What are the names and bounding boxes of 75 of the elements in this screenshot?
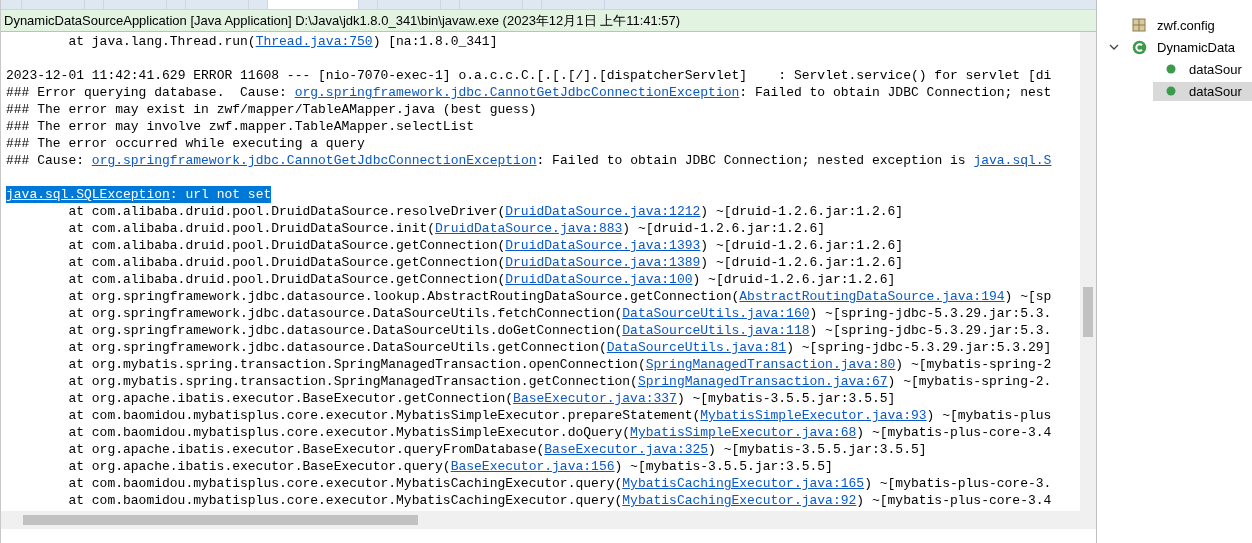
log-text: : url not set xyxy=(169,186,272,203)
log-text: at com.alibaba.druid.pool.DruidDataSource.getConnection( xyxy=(68,271,506,288)
log-text: : Failed to obtain JDBC Connection; nested exception is xyxy=(536,152,967,169)
log-text: at com.alibaba.druid.pool.DruidDataSource.init( xyxy=(68,220,436,237)
log-text: at com.baomidou.mybatisplus.core.executor.MybatisCachingExecutor.query( xyxy=(68,492,623,509)
source-link[interactable]: java.sql.SQLException xyxy=(6,186,170,203)
log-text: ) ~[mybatis-3.5.5.jar:3.5.5] xyxy=(676,390,896,407)
log-text: at com.baomidou.mybatisplus.core.executor.MybatisCachingExecutor.query( xyxy=(68,475,623,492)
tree-item[interactable]: dataSour xyxy=(1189,59,1242,79)
log-text: ### The error may involve zwf.mapper.TableAMapper.selectList xyxy=(6,118,475,135)
log-text: at com.baomidou.mybatisplus.core.executor.MybatisSimpleExecutor.prepareStatement( xyxy=(68,407,701,424)
source-link[interactable]: DruidDataSource.java:883 xyxy=(435,220,623,237)
log-text: ) ~[druid-1.2.6.jar:1.2.6] xyxy=(700,254,904,271)
log-text: ) ~[spring-jdbc-5.3.29.jar:5.3. xyxy=(809,305,1052,322)
log-text: at org.springframework.jdbc.datasource.lookup.AbstractRoutingDataSource.getConnection( xyxy=(68,288,740,305)
log-text: at org.mybatis.spring.transaction.SpringManagedTransaction.openConnection( xyxy=(68,356,646,373)
source-link[interactable]: MybatisCachingExecutor.java:165 xyxy=(622,475,865,492)
source-link[interactable]: DruidDataSource.java:1393 xyxy=(505,237,701,254)
log-text: : Failed to obtain JDBC Connection; nest xyxy=(739,84,1052,101)
tree-item[interactable]: DynamicData xyxy=(1157,37,1236,57)
log-text: at org.springframework.jdbc.datasource.DataSourceUtils.fetchConnection( xyxy=(68,305,623,322)
log-text: at com.baomidou.mybatisplus.core.executor.MybatisSimpleExecutor.doQuery( xyxy=(68,424,631,441)
source-link[interactable]: BaseExecutor.java:337 xyxy=(513,390,677,407)
source-link[interactable]: DruidDataSource.java:1212 xyxy=(505,203,701,220)
source-link[interactable]: BaseExecutor.java:156 xyxy=(450,458,615,475)
log-text: ### Error querying database. Cause: xyxy=(6,84,288,101)
log-text: ### The error may exist in zwf/mapper/TableAMapper.java (best guess) xyxy=(6,101,537,118)
log-text: ) ~[mybatis-3.5.5.jar:3.5.5] xyxy=(614,458,833,475)
log-text: ) ~[spring-jdbc-5.3.29.jar:5.3. xyxy=(809,322,1052,339)
log-text: ) ~[spring-jdbc-5.3.29.jar:5.3.29] xyxy=(786,339,1052,356)
log-text: at org.springframework.jdbc.datasource.DataSourceUtils.getConnection( xyxy=(68,339,607,356)
log-text: ) ~[mybatis-plus-core-3. xyxy=(864,475,1052,492)
log-text: ) ~[druid-1.2.6.jar:1.2.6] xyxy=(700,203,904,220)
source-link[interactable]: SpringManagedTransaction.java:80 xyxy=(645,356,896,373)
source-link[interactable]: SpringManagedTransaction.java:67 xyxy=(637,373,888,390)
log-text: at com.alibaba.druid.pool.DruidDataSource.getConnection( xyxy=(68,237,506,254)
source-link[interactable]: MybatisSimpleExecutor.java:68 xyxy=(630,424,857,441)
tree-item[interactable]: zwf.config xyxy=(1157,15,1215,35)
log-text: ) ~[mybatis-3.5.5.jar:3.5.5] xyxy=(708,441,927,458)
source-link[interactable]: DataSourceUtils.java:160 xyxy=(622,305,810,322)
log-text: ### Cause: xyxy=(6,152,85,169)
log-text: at org.apache.ibatis.executor.BaseExecutor.queryFromDatabase( xyxy=(68,441,545,458)
tree-item[interactable]: dataSour xyxy=(1153,81,1252,101)
log-text: ) ~[mybatis-plus-core-3.4 xyxy=(856,424,1052,441)
log-text: at org.apache.ibatis.executor.BaseExecutor.getConnection( xyxy=(68,390,514,407)
source-link[interactable]: Thread.java:750 xyxy=(255,33,373,50)
source-link[interactable]: DataSourceUtils.java:118 xyxy=(622,322,810,339)
source-link[interactable]: DruidDataSource.java:1389 xyxy=(505,254,701,271)
log-text: ) ~[mybatis-plus xyxy=(926,407,1052,424)
source-link[interactable]: AbstractRoutingDataSource.java:194 xyxy=(739,288,1005,305)
console-title: DynamicDataSourceApplication [Java Application] D:\Java\jdk1.8.0_341\bin\javaw.exe (2023年12月1日 上午11:41:57) xyxy=(1,9,1096,32)
log-text: 2023-12-01 11:42:41.629 ERROR 11608 --- [nio-7070-exec-1] o.a.c.c.C.[.[.[/].[dispatcherServlet] : Servlet.service() for servlet [di xyxy=(6,67,1052,84)
log-text: ) ~[druid-1.2.6.jar:1.2.6] xyxy=(692,271,896,288)
source-link[interactable]: org.springframework.jdbc.CannotGetJdbcConnectionException xyxy=(91,152,537,169)
log-text: ) ~[sp xyxy=(1004,288,1052,305)
source-link[interactable]: DataSourceUtils.java:81 xyxy=(606,339,787,356)
source-link[interactable]: MybatisCachingExecutor.java:92 xyxy=(622,492,857,509)
log-text: ) [na:1.8.0_341] xyxy=(372,33,498,50)
log-text: at org.apache.ibatis.executor.BaseExecutor.query( xyxy=(68,458,451,475)
log-text: ) ~[mybatis-plus-core-3.4 xyxy=(856,492,1052,509)
source-link[interactable]: BaseExecutor.java:325 xyxy=(544,441,709,458)
log-text: at org.mybatis.spring.transaction.SpringManagedTransaction.getConnection( xyxy=(68,373,638,390)
source-link[interactable]: org.springframework.jdbc.CannotGetJdbcConnectionException xyxy=(294,84,740,101)
log-text: ### The error occurred while executing a query xyxy=(6,135,365,152)
log-text: ) ~[mybatis-spring-2. xyxy=(887,373,1052,390)
source-link[interactable]: java.sql.S xyxy=(973,152,1052,169)
log-text: ) ~[druid-1.2.6.jar:1.2.6] xyxy=(622,220,826,237)
log-text: at com.alibaba.druid.pool.DruidDataSource.resolveDriver( xyxy=(68,203,506,220)
source-link[interactable]: MybatisSimpleExecutor.java:93 xyxy=(700,407,927,424)
log-text: at com.alibaba.druid.pool.DruidDataSource.getConnection( xyxy=(68,254,506,271)
log-text: ) ~[mybatis-spring-2 xyxy=(895,356,1052,373)
source-link[interactable]: DruidDataSource.java:100 xyxy=(505,271,693,288)
log-text: at org.springframework.jdbc.datasource.DataSourceUtils.doGetConnection( xyxy=(68,322,623,339)
log-text: at java.lang.Thread.run( xyxy=(68,33,256,50)
log-text: ) ~[druid-1.2.6.jar:1.2.6] xyxy=(700,237,904,254)
